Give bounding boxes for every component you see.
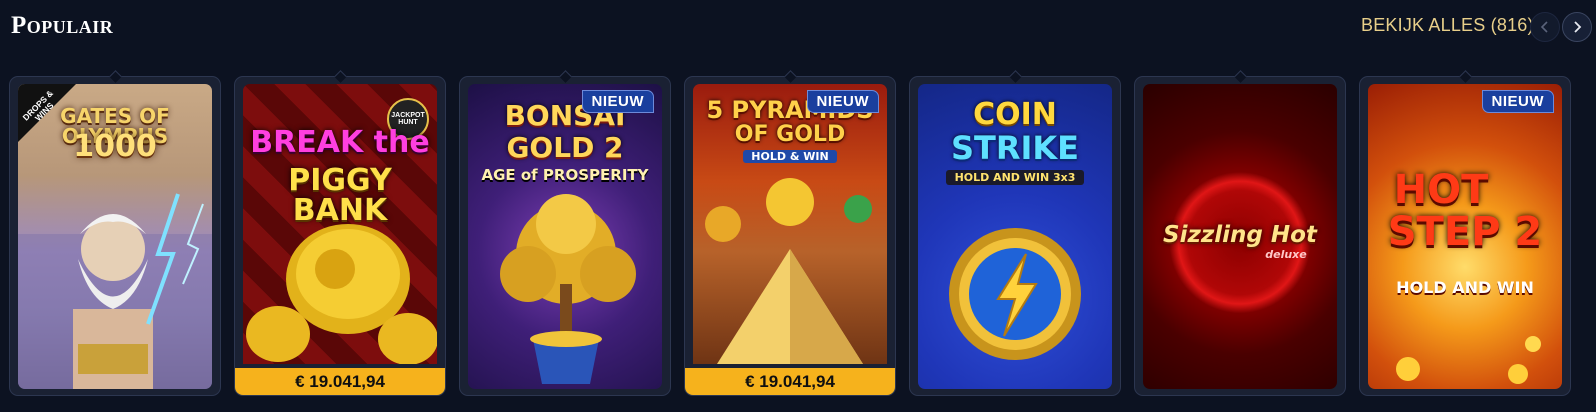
jackpot-amount: € 19.041,94: [685, 368, 895, 395]
game-card-sizzling-hot-deluxe[interactable]: Sizzling Hot deluxe: [1134, 70, 1346, 396]
game-card-hot-step-2[interactable]: HOT STEP 2 HOLD AND WIN NIEUW: [1359, 70, 1571, 396]
game-thumbnail: 5 PYRAMIDS OF GOLD HOLD & WIN NIEUW: [693, 84, 887, 364]
game-art-subtitle: STEP 2: [1387, 209, 1543, 255]
game-card-5-pyramids-of-gold[interactable]: 5 PYRAMIDS OF GOLD HOLD & WIN NIEUW € 19…: [684, 70, 896, 396]
game-thumbnail: Sizzling Hot deluxe: [1143, 84, 1337, 389]
jackpot-amount: € 19.041,94: [235, 368, 445, 395]
game-art-tagline: HOLD AND WIN: [1396, 278, 1534, 297]
game-art-subtitle: deluxe: [1265, 248, 1307, 261]
game-card-break-the-piggy-bank[interactable]: JACKPOT HUNT BREAK the PIGGY BANK € 19.0…: [234, 70, 446, 396]
chevron-left-icon: [1540, 21, 1548, 33]
jackpot-hunt-label: JACKPOT HUNT: [391, 112, 425, 126]
game-art-title: COIN: [973, 97, 1057, 132]
game-art-tagline: AGE of PROSPERITY: [481, 166, 649, 184]
game-card-bonsai-gold-2[interactable]: BONSAI GOLD 2 AGE of PROSPERITY NIEUW: [459, 70, 671, 396]
game-art-tagline: HOLD AND WIN 3x3: [946, 170, 1084, 185]
section-header: Populair BEKIJK ALLES (816): [0, 0, 1596, 54]
game-thumbnail: JACKPOT HUNT BREAK the PIGGY BANK: [243, 84, 437, 364]
carousel-prev-button[interactable]: [1530, 12, 1560, 42]
game-art-subtitle: STRIKE: [950, 129, 1080, 167]
game-card-gates-of-olympus[interactable]: GATES OF OLYMPUS 1000 DROPS & WINS: [9, 70, 221, 396]
game-art-tagline: HOLD & WIN: [743, 150, 837, 163]
new-badge: NIEUW: [1481, 90, 1554, 113]
game-art-subtitle: GOLD 2: [506, 131, 624, 164]
new-badge: NIEUW: [581, 90, 654, 113]
game-art-subtitle: OF GOLD: [734, 122, 846, 147]
chevron-right-icon: [1574, 21, 1582, 33]
section-title: Populair: [11, 12, 114, 39]
game-art-subtitle: PIGGY BANK: [288, 163, 392, 228]
game-thumbnail: COIN STRIKE HOLD AND WIN 3x3: [918, 84, 1112, 389]
game-art-title: HOT: [1393, 167, 1489, 213]
game-art-title: BREAK the: [250, 125, 430, 160]
game-thumbnail: HOT STEP 2 HOLD AND WIN NIEUW: [1368, 84, 1562, 389]
game-thumbnail: GATES OF OLYMPUS 1000 DROPS & WINS: [18, 84, 212, 389]
view-all-link[interactable]: BEKIJK ALLES (816): [1361, 15, 1534, 36]
game-card-coin-strike[interactable]: COIN STRIKE HOLD AND WIN 3x3: [909, 70, 1121, 396]
game-art-title: Sizzling Hot: [1163, 222, 1317, 248]
new-badge: NIEUW: [806, 90, 879, 113]
carousel-next-button[interactable]: [1562, 12, 1592, 42]
game-thumbnail: BONSAI GOLD 2 AGE of PROSPERITY NIEUW: [468, 84, 662, 389]
